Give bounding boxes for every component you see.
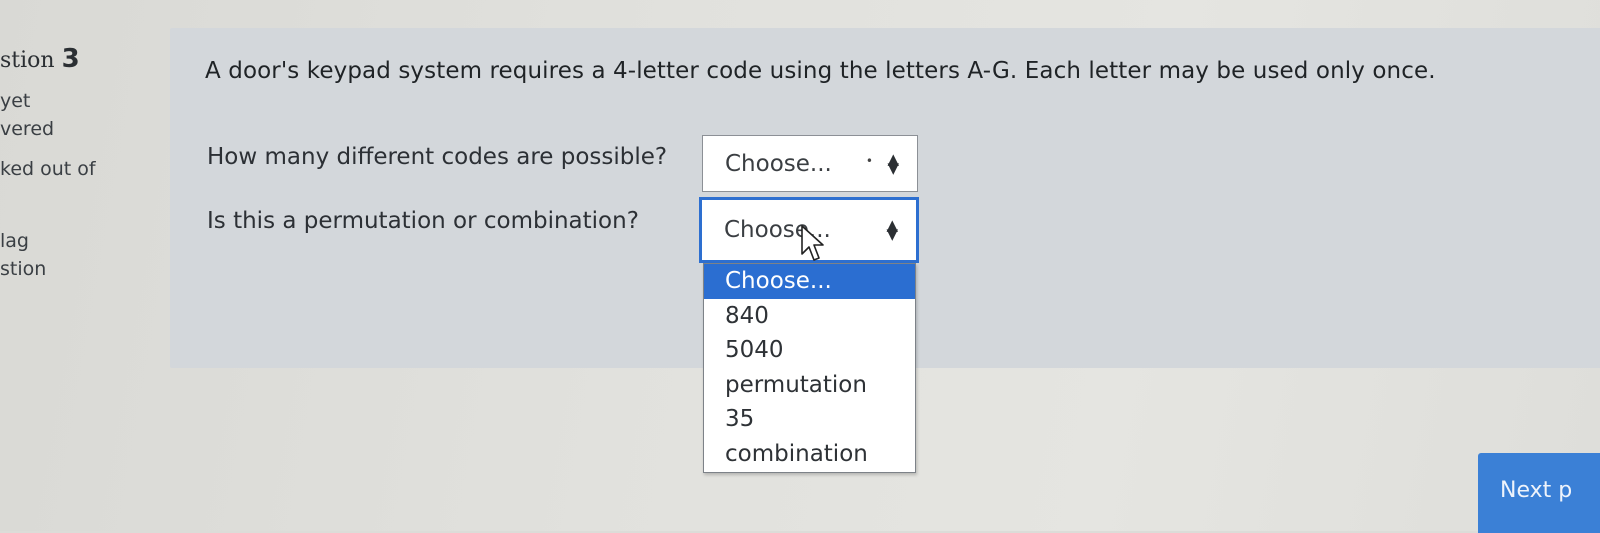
part1-prompt: How many different codes are possible?: [207, 144, 668, 170]
question-label: stion: [0, 48, 55, 73]
select-arrows-icon: ▲ ▼: [887, 149, 899, 177]
flag-question-link-line1[interactable]: lag: [0, 230, 29, 252]
dropdown-option[interactable]: Choose...: [704, 264, 915, 299]
status-line-2: vered: [0, 118, 55, 140]
dot-mark-icon: •: [865, 154, 873, 168]
question-stem: A door's keypad system requires a 4-lett…: [205, 58, 1436, 84]
dropdown-option[interactable]: 5040: [704, 333, 915, 368]
next-page-button[interactable]: Next p: [1478, 453, 1600, 533]
part2-prompt: Is this a permutation or combination?: [207, 208, 639, 234]
question-number-heading: stion 3: [0, 44, 80, 74]
select-arrows-icon: ▲ ▼: [886, 216, 898, 243]
question-info-block: stion 3 yet vered ked out of lag stion: [0, 0, 165, 531]
dropdown-option[interactable]: 35: [704, 402, 915, 437]
mouse-pointer-icon: [801, 225, 824, 261]
part1-select[interactable]: Choose... • ▲ ▼: [702, 135, 918, 192]
dropdown-option[interactable]: combination: [704, 437, 915, 472]
marks-text: ked out of: [0, 158, 96, 180]
dropdown-option[interactable]: permutation: [704, 368, 915, 403]
part1-select-value: Choose...: [725, 150, 832, 177]
question-number: 3: [61, 44, 80, 74]
part2-dropdown-list[interactable]: Choose... 840 5040 permutation 35 combin…: [703, 263, 916, 473]
flag-question-link-line2[interactable]: stion: [0, 258, 46, 280]
dropdown-option[interactable]: 840: [704, 299, 915, 334]
status-line-1: yet: [0, 90, 31, 112]
